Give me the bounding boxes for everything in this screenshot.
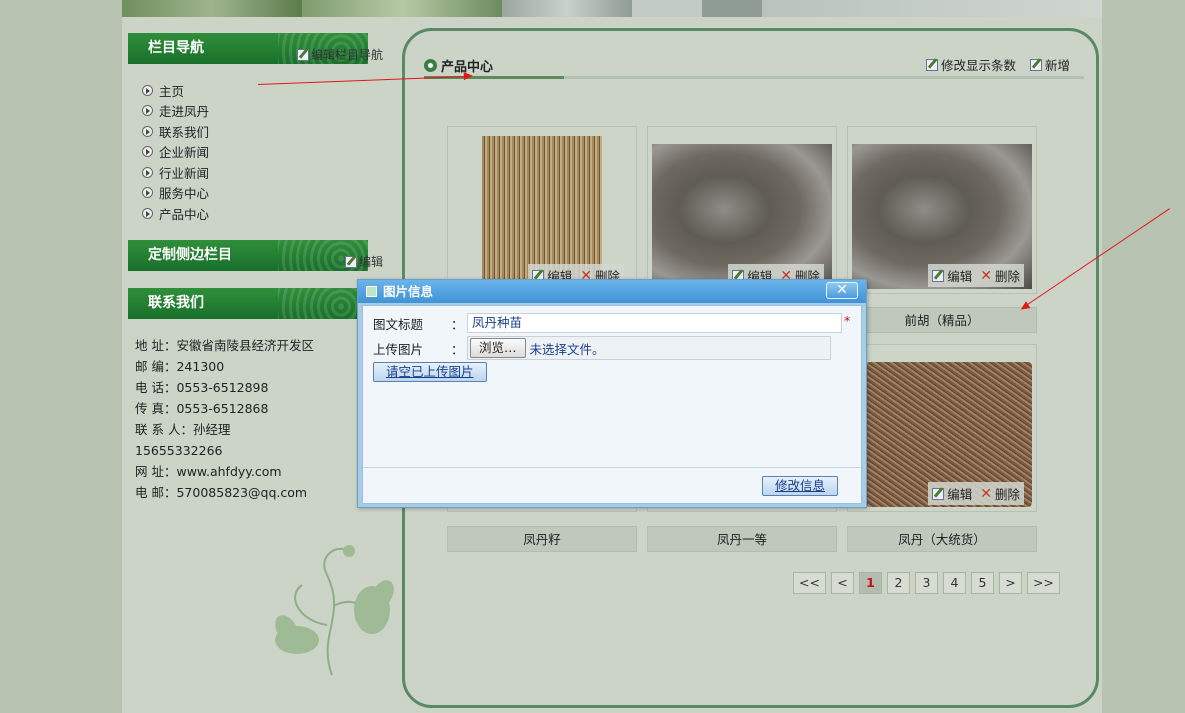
delete-button[interactable]: ✕ 删除 [980,484,1020,503]
title-label: 图文标题 [373,316,424,332]
delete-icon: ✕ [980,267,992,284]
edit-nav-label: 编辑栏目导航 [311,48,384,62]
contact-mobile: 15655332266 [135,443,223,458]
browse-button[interactable]: 浏览… [470,338,526,358]
edit-custom-button[interactable]: 编辑 [345,253,383,270]
contact-website: 网 址：www.ahfdyy.com [135,464,282,479]
nav-item-service[interactable]: 服务中心 [142,183,209,204]
delete-icon: ✕ [980,485,992,502]
nav-item-industry-news[interactable]: 行业新闻 [142,162,209,183]
swirl-decoration [278,288,368,319]
contact-fax: 传 真：0553-6512868 [135,401,269,416]
close-button[interactable]: ✕ [826,282,858,299]
dialog-body: 图文标题 ： 凤丹种苗 * 上传图片 ： 浏览… 未选择文件。 请空已上传图片 … [362,305,862,504]
contact-person: 联 系 人：孙经理 [135,422,231,437]
page-prev[interactable]: < [830,572,854,594]
file-input: 浏览… 未选择文件。 [467,336,831,360]
nav-section-title: 栏目导航 [148,40,204,56]
product-card[interactable]: 编辑 ✕ 删除 [847,344,1037,512]
page-1[interactable]: 1 [858,572,882,594]
page-2[interactable]: 2 [886,572,910,594]
product-caption[interactable]: 凤丹（大统货） [847,526,1037,552]
edit-icon [345,255,357,268]
title-underline [424,76,1084,79]
title-input[interactable]: 凤丹种苗 [467,313,842,333]
edit-nav-button[interactable]: 编辑栏目导航 [297,46,383,63]
main-section-title: 产品中心 [424,56,493,75]
product-card[interactable]: 编辑 ✕ 删除 [447,126,637,294]
bullet-icon [142,207,153,219]
contact-address: 地 址：安徽省南陵县经济开发区 [135,338,314,353]
product-caption[interactable]: 凤丹一等 [647,526,837,552]
product-card[interactable]: 编辑 ✕ 删除 [847,126,1037,294]
edit-button[interactable]: 编辑 [932,266,972,285]
contact-postcode: 邮 编：241300 [135,359,225,374]
bullet-icon [142,146,153,158]
pagination: << < 1 2 3 4 5 > >> [793,572,1060,594]
required-mark: * [844,312,851,328]
page-3[interactable]: 3 [914,572,938,594]
colon: ： [451,341,464,357]
file-status: 未选择文件。 [529,341,605,357]
bullet-icon [142,84,153,96]
top-actions: 修改显示条数 新增 [926,55,1070,74]
edit-icon [926,58,938,71]
contact-phone: 电 话：0553-6512898 [135,380,269,395]
page-last[interactable]: >> [1026,572,1060,594]
edit-button[interactable]: 编辑 [932,484,972,503]
floral-decoration [275,545,394,676]
page-next[interactable]: > [998,572,1022,594]
page-4[interactable]: 4 [942,572,966,594]
card-ops: 编辑 ✕ 删除 [928,482,1024,505]
page-first[interactable]: << [793,572,826,594]
submit-row: 修改信息 [762,476,839,496]
dialog-title: 图片信息 [383,284,434,299]
modify-count-button[interactable]: 修改显示条数 [926,55,1016,74]
product-card[interactable]: 编辑 ✕ 删除 [647,126,837,294]
contact-section-title: 联系我们 [148,295,204,311]
custom-section-title: 定制侧边栏目 [148,247,232,263]
section-bullet-icon [424,59,437,72]
image-info-dialog: 图片信息 ✕ 图文标题 ： 凤丹种苗 * 上传图片 ： 浏览… 未选择文件。 请… [357,279,867,508]
nav-item-about[interactable]: 走进凤丹 [142,101,209,122]
bullet-icon [142,187,153,199]
dialog-divider [363,467,861,468]
bullet-icon [142,166,153,178]
contact-email: 电 邮：570085823@qq.com [135,485,308,500]
add-button[interactable]: 新增 [1030,55,1070,74]
custom-section-header: 定制侧边栏目 [128,240,368,271]
edit-custom-label: 编辑 [359,255,384,269]
bullet-icon [142,125,153,137]
submit-button[interactable]: 修改信息 [762,476,839,496]
edit-icon [1030,58,1043,71]
upload-label: 上传图片 [373,341,424,357]
edit-icon [932,269,945,282]
product-caption[interactable]: 前胡（精品） [847,307,1037,333]
window-icon [366,286,377,297]
dialog-titlebar[interactable]: 图片信息 ✕ [358,280,866,303]
nav-item-company-news[interactable]: 企业新闻 [142,142,209,163]
contact-info: 地 址：安徽省南陵县经济开发区 邮 编：241300 电 话：0553-6512… [135,335,314,503]
contact-section-header: 联系我们 [128,288,368,319]
nav-item-contact[interactable]: 联系我们 [142,121,209,142]
nav-item-home[interactable]: 主页 [142,80,209,101]
clear-row: 请空已上传图片 [373,362,487,382]
nav-list: 主页 走进凤丹 联系我们 企业新闻 行业新闻 服务中心 产品中心 [142,80,209,224]
colon: ： [451,316,464,332]
clear-uploaded-button[interactable]: 请空已上传图片 [373,362,487,382]
product-caption[interactable]: 凤丹籽 [447,526,637,552]
page-5[interactable]: 5 [970,572,994,594]
edit-icon [297,48,309,61]
top-banner [122,0,1102,17]
edit-icon [932,487,945,500]
title-row: 图文标题 ： 凤丹种苗 * [373,313,850,333]
card-ops: 编辑 ✕ 删除 [928,264,1024,287]
delete-button[interactable]: ✕ 删除 [980,266,1020,285]
nav-item-products[interactable]: 产品中心 [142,203,209,224]
bullet-icon [142,105,153,117]
upload-row: 上传图片 ： 浏览… 未选择文件。 [373,336,831,360]
